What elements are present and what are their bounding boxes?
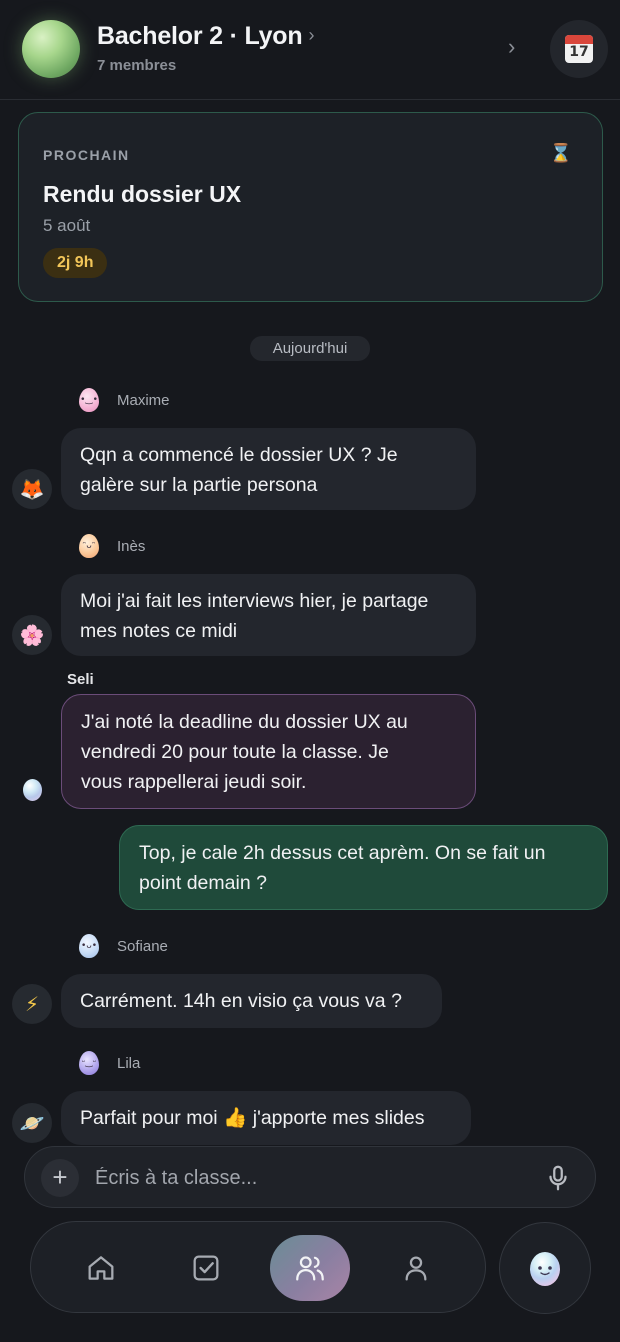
sender-name: Seli xyxy=(67,671,94,688)
plus-icon[interactable]: + xyxy=(41,1159,79,1197)
message-line: Qqn a commencé le dossier UX ? Je xyxy=(80,444,398,466)
group-title-link[interactable]: Bachelor 2 · Lyon › xyxy=(97,22,314,51)
bottom-nav xyxy=(30,1221,486,1313)
nav-profile[interactable] xyxy=(376,1235,456,1301)
people-icon xyxy=(296,1256,324,1281)
message-bubble[interactable]: Parfait pour moi 👍 j'apporte mes slides xyxy=(61,1091,471,1145)
sender-name: Lila xyxy=(117,1054,141,1072)
next-label: PROCHAIN xyxy=(43,147,130,163)
deadline-date: 5 août xyxy=(43,216,91,235)
sofiane-egg-icon: •ᴗ• xyxy=(79,934,99,958)
sender-row: ᵕ‿ᵕ Lila xyxy=(79,1051,140,1075)
tasks-icon xyxy=(193,1255,219,1281)
my-message-bubble[interactable]: Top, je cale 2h dessus cet aprèm. On se … xyxy=(119,825,608,910)
message-line: Top, je cale 2h dessus cet aprèm. On se … xyxy=(139,842,546,864)
message-line: Moi j'ai fait les interviews hier, je pa… xyxy=(80,590,429,612)
countdown-badge: 2j 9h xyxy=(43,248,108,278)
message-line: vendredi 20 pour toute la classe. Je xyxy=(81,741,389,763)
chevron-right-icon[interactable]: › xyxy=(508,34,515,60)
deadline-title: Rendu dossier UX xyxy=(43,181,242,207)
member-count: 7 membres xyxy=(97,57,177,74)
message-line: Parfait pour moi 👍 j'apporte mes slides xyxy=(80,1107,425,1129)
planet-icon[interactable]: 🪐 xyxy=(12,1103,52,1143)
message-composer: + xyxy=(24,1146,596,1208)
message-bubble[interactable]: Qqn a commencé le dossier UX ? Je galère… xyxy=(61,428,476,510)
message-line: galère sur la partie persona xyxy=(80,474,318,496)
microphone-icon[interactable] xyxy=(543,1163,573,1193)
calendar-button[interactable]: 17 xyxy=(550,20,608,78)
title-chevron-icon: › xyxy=(308,25,315,45)
group-title: Bachelor 2 · Lyon xyxy=(97,22,303,50)
calendar-day: 17 xyxy=(569,44,589,60)
lightning-icon[interactable]: ⚡ xyxy=(12,984,52,1024)
maxime-egg-icon: •‿• xyxy=(79,388,99,412)
sender-name: Inès xyxy=(117,537,146,555)
next-deadline-card[interactable]: PROCHAIN ⌛ Rendu dossier UX 5 août 2j 9h xyxy=(18,112,603,302)
seli-orb-icon xyxy=(23,779,42,801)
message-input[interactable] xyxy=(95,1162,535,1194)
nav-class[interactable] xyxy=(270,1235,350,1301)
sender-name: Sofiane xyxy=(117,937,168,955)
message-line: vous rappellerai jeudi soir. xyxy=(81,771,307,793)
message-line: Carrément. 14h en visio ça vous va ? xyxy=(80,990,402,1012)
date-separator: Aujourd'hui xyxy=(250,336,370,361)
ines-egg-icon: ᵔᴗᵔ xyxy=(79,534,99,558)
chat-header: Bachelor 2 · Lyon › 7 membres › 17 xyxy=(0,0,620,100)
sender-row: •ᴗ• Sofiane xyxy=(79,934,168,958)
flower-icon[interactable]: 🌸 xyxy=(12,615,52,655)
seli-message-bubble[interactable]: J'ai noté la deadline du dossier UX au v… xyxy=(61,694,476,809)
lila-egg-icon: ᵕ‿ᵕ xyxy=(79,1051,99,1075)
group-avatar[interactable] xyxy=(22,20,80,78)
nav-tasks[interactable] xyxy=(166,1235,246,1301)
message-line: point demain ? xyxy=(139,872,267,894)
sender-name: Maxime xyxy=(117,391,170,409)
calendar-icon: 17 xyxy=(565,35,593,63)
sender-row: ᵔᴗᵔ Inès xyxy=(79,534,145,558)
home-icon xyxy=(88,1256,114,1280)
nav-home[interactable] xyxy=(61,1235,141,1301)
message-bubble[interactable]: Carrément. 14h en visio ça vous va ? xyxy=(61,974,442,1028)
assistant-orb-icon xyxy=(530,1252,560,1286)
hourglass-icon: ⌛ xyxy=(549,143,572,163)
message-line: mes notes ce midi xyxy=(80,620,238,642)
message-bubble[interactable]: Moi j'ai fait les interviews hier, je pa… xyxy=(61,574,476,656)
message-line: J'ai noté la deadline du dossier UX au xyxy=(81,711,408,733)
profile-icon xyxy=(405,1256,427,1281)
fox-icon[interactable]: 🦊 xyxy=(12,469,52,509)
assistant-button[interactable] xyxy=(499,1222,591,1314)
sender-row: •‿• Maxime xyxy=(79,388,170,412)
